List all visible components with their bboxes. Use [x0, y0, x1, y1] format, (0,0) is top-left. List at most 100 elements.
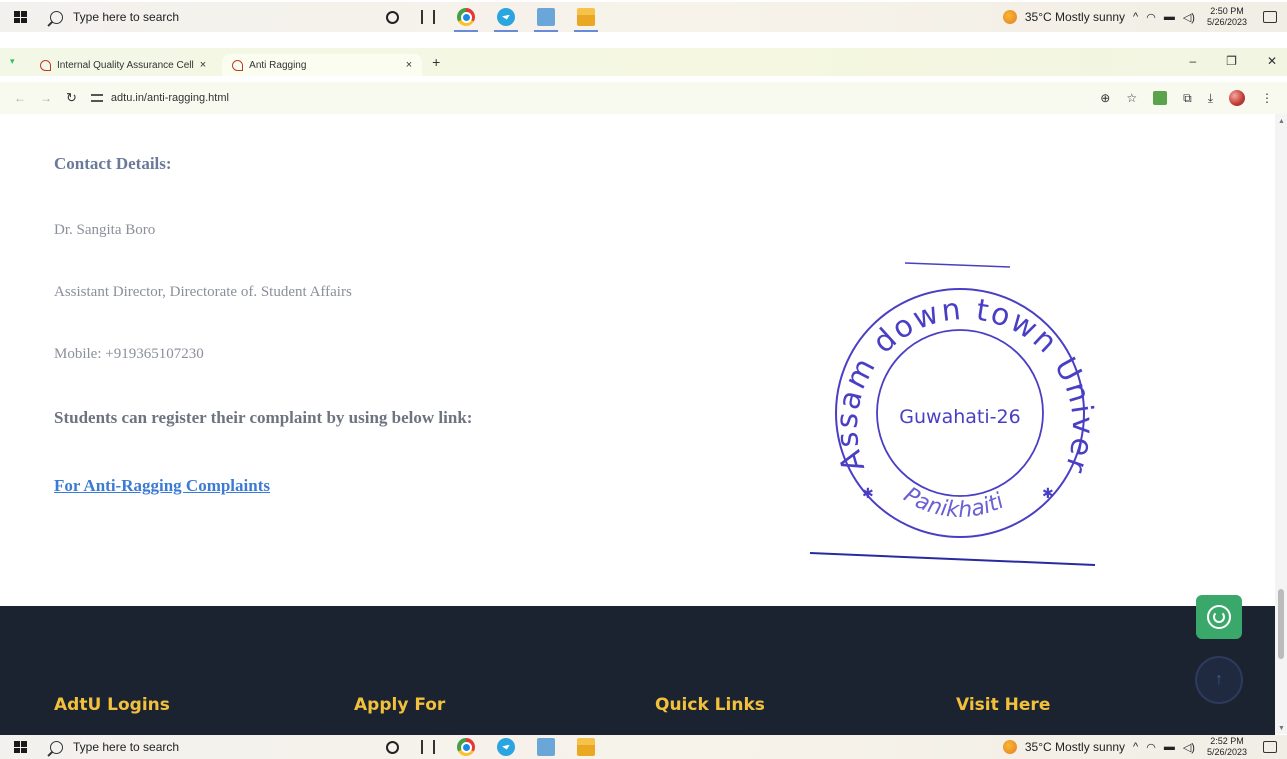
notifications-icon[interactable]	[1263, 741, 1277, 753]
toolbar-actions: ⊕ ☆ ⧉ ⤓ ⋮	[1100, 90, 1287, 106]
taskbar-search[interactable]: Type here to search	[50, 10, 330, 24]
cortana-icon[interactable]	[386, 740, 399, 754]
windows-start-icon[interactable]	[14, 11, 28, 23]
site-footer: AdtU Logins Apply For Quick Links Visit …	[0, 606, 1275, 735]
seal-outer-text: Assam down town University	[810, 253, 1098, 479]
new-tab-button[interactable]: +	[432, 54, 440, 70]
taskbar-search-placeholder: Type here to search	[73, 740, 180, 754]
weather-icon[interactable]	[1002, 10, 1017, 24]
scroll-down-icon[interactable]: ▼	[1278, 725, 1285, 732]
download-icon[interactable]: ⤓	[1208, 91, 1213, 106]
weather-text[interactable]: 35°C Mostly sunny	[1025, 10, 1125, 24]
clock[interactable]: 2:50 PM 5/26/2023	[1207, 6, 1247, 28]
weather-icon[interactable]	[1002, 740, 1017, 754]
notes-app-icon[interactable]	[537, 738, 555, 756]
tray-overflow-icon[interactable]: ^	[1133, 741, 1138, 753]
tab-label: Anti Ragging	[249, 59, 307, 71]
volume-icon[interactable]: ◁)	[1183, 741, 1195, 754]
scroll-up-icon[interactable]: ▲	[1278, 118, 1285, 125]
contact-heading: Contact Details:	[54, 154, 172, 173]
notes-app-icon[interactable]	[534, 8, 558, 32]
site-favicon-icon	[40, 59, 51, 71]
volume-icon[interactable]: ◁)	[1183, 11, 1195, 24]
extensions-puzzle-icon[interactable]: ⧉	[1183, 91, 1192, 106]
system-tray: 35°C Mostly sunny ^ ◠ ▬ ◁) 2:50 PM 5/26/…	[1002, 6, 1287, 28]
taskbar-apps	[386, 8, 598, 32]
taskbar-bottom: Type here to search 35°C Mostly sunny ^ …	[0, 735, 1287, 759]
file-explorer-icon[interactable]	[577, 738, 595, 756]
tray-overflow-icon[interactable]: ^	[1133, 11, 1138, 23]
whatsapp-icon	[1207, 605, 1231, 629]
battery-icon[interactable]: ▬	[1164, 741, 1175, 753]
reload-icon[interactable]: ↻	[66, 90, 77, 106]
zoom-icon[interactable]: ⊕	[1100, 91, 1110, 105]
footer-heading-quick-links: Quick Links	[655, 695, 765, 715]
telegram-icon[interactable]	[497, 738, 515, 756]
scroll-to-top-button[interactable]: ↑	[1195, 656, 1243, 704]
address-bar: ← → ↻ adtu.in/anti-ragging.html ⊕ ☆ ⧉ ⤓ …	[0, 82, 1287, 114]
svg-text:Assam down town University: Assam down town University	[810, 253, 1100, 479]
forward-icon[interactable]: →	[40, 91, 52, 105]
whatsapp-button[interactable]	[1196, 595, 1242, 639]
taskbar-search-placeholder: Type here to search	[73, 10, 180, 24]
clock-time: 2:52 PM	[1210, 736, 1244, 746]
clock[interactable]: 2:52 PM 5/26/2023	[1207, 736, 1247, 758]
svg-text:Panikhaiti: Panikhaiti	[899, 483, 1007, 523]
site-info-icon[interactable]	[90, 94, 103, 102]
site-favicon-icon	[232, 59, 244, 71]
contact-mobile: Mobile: +919365107230	[54, 346, 204, 362]
search-icon	[50, 740, 63, 754]
system-tray: 35°C Mostly sunny ^ ◠ ▬ ◁) 2:52 PM 5/26/…	[1002, 736, 1287, 758]
restore-icon[interactable]: ❐	[1226, 54, 1237, 68]
battery-icon[interactable]: ▬	[1164, 11, 1175, 23]
university-seal: Assam down town University Guwahati-26 P…	[810, 253, 1100, 566]
seal-bottom-text: Panikhaiti	[899, 483, 1007, 523]
windows-start-icon[interactable]	[14, 741, 28, 753]
svg-text:✱: ✱	[1042, 487, 1054, 502]
page-scrollbar[interactable]: ▲ ▼	[1275, 114, 1287, 734]
close-window-icon[interactable]: ✕	[1267, 54, 1277, 68]
telegram-icon[interactable]	[494, 8, 518, 32]
minimize-icon[interactable]: –	[1189, 54, 1196, 68]
task-view-icon[interactable]	[421, 10, 435, 24]
weather-text[interactable]: 35°C Mostly sunny	[1025, 740, 1125, 754]
search-icon	[50, 10, 63, 24]
taskbar-apps	[386, 738, 595, 756]
profile-avatar[interactable]	[1229, 90, 1245, 106]
url-text[interactable]: adtu.in/anti-ragging.html	[111, 92, 229, 104]
register-instruction: Students can register their complaint by…	[54, 408, 473, 427]
tab-anti-ragging[interactable]: Anti Ragging ×	[222, 54, 423, 76]
notifications-icon[interactable]	[1263, 11, 1277, 23]
file-explorer-icon[interactable]	[574, 8, 598, 32]
menu-kebab-icon[interactable]: ⋮	[1261, 91, 1273, 105]
omnibox[interactable]: adtu.in/anti-ragging.html	[90, 92, 229, 104]
contact-designation: Assistant Director, Directorate of. Stud…	[54, 284, 352, 300]
clock-date: 5/26/2023	[1206, 17, 1247, 27]
tab-search-chevron-icon[interactable]: ▾	[10, 56, 24, 67]
chrome-icon[interactable]	[454, 8, 478, 32]
network-icon[interactable]: ◠	[1146, 11, 1156, 24]
tab-close-icon[interactable]: ×	[406, 59, 412, 71]
task-view-icon[interactable]	[421, 740, 435, 754]
chrome-icon[interactable]	[457, 738, 475, 756]
cortana-icon[interactable]	[386, 10, 399, 24]
seal-inner-text: Guwahati-26	[899, 406, 1020, 428]
taskbar-top: Type here to search 35°C Mostly sunny ^ …	[0, 2, 1287, 32]
contact-name: Dr. Sangita Boro	[54, 222, 156, 238]
extension-icon[interactable]	[1153, 91, 1168, 105]
clock-date: 5/26/2023	[1206, 747, 1247, 757]
network-icon[interactable]: ◠	[1146, 741, 1156, 754]
scroll-thumb[interactable]	[1278, 589, 1284, 659]
bookmark-star-icon[interactable]: ☆	[1126, 91, 1137, 105]
footer-heading-visit: Visit Here	[956, 695, 1051, 715]
tab-internal-quality[interactable]: Internal Quality Assurance Cell ×	[30, 54, 216, 76]
arrow-up-icon: ↑	[1215, 671, 1223, 688]
tab-close-icon[interactable]: ×	[200, 59, 206, 71]
svg-text:✱: ✱	[862, 487, 874, 502]
anti-ragging-complaint-link[interactable]: For Anti-Ragging Complaints	[54, 476, 270, 496]
browser-tab-bar: ▾ Internal Quality Assurance Cell × Anti…	[0, 48, 1287, 76]
tab-label: Internal Quality Assurance Cell	[57, 59, 194, 71]
back-icon[interactable]: ←	[14, 91, 26, 105]
taskbar-search[interactable]: Type here to search	[50, 740, 330, 754]
clock-time: 2:50 PM	[1210, 6, 1244, 16]
